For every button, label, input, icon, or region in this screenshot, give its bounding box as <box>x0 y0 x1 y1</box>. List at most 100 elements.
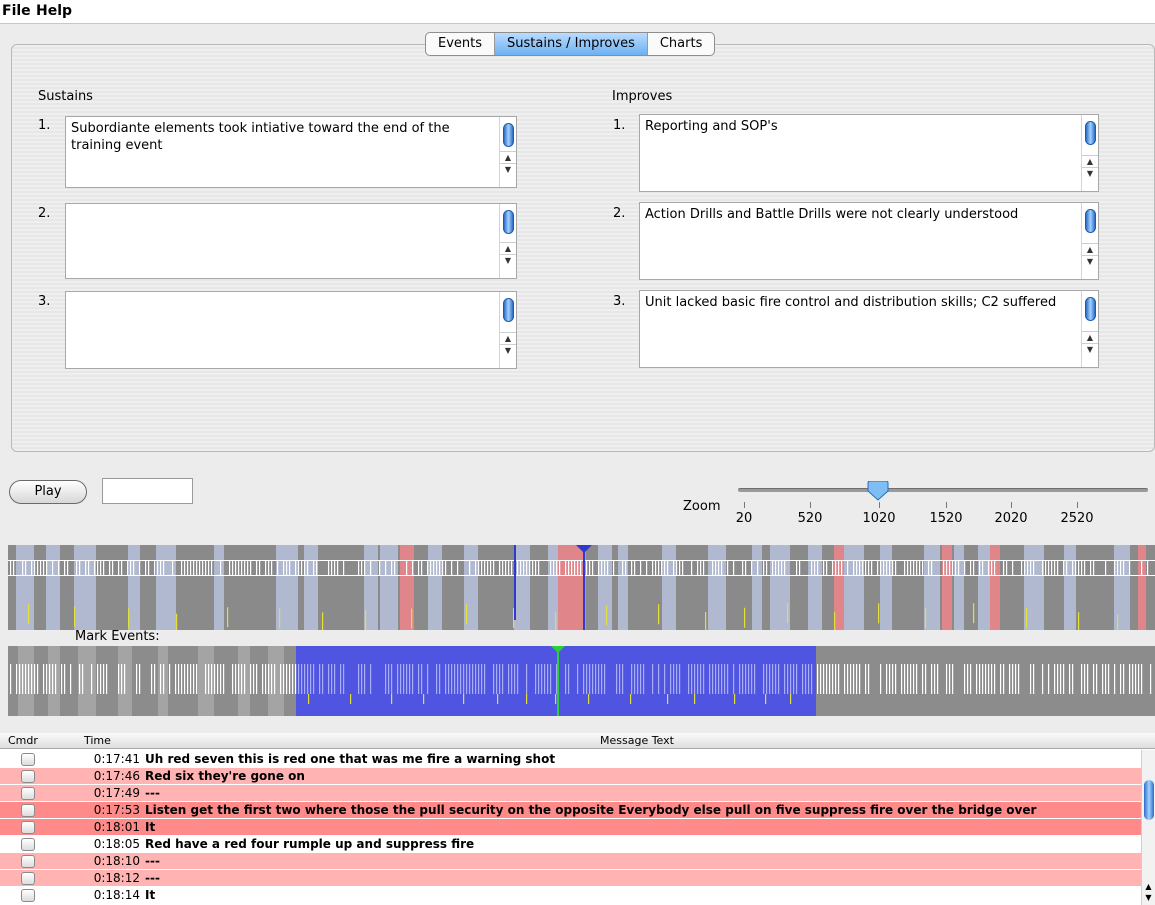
time-field[interactable] <box>102 478 193 504</box>
mark-event-line <box>466 664 468 694</box>
mark-event-line <box>139 664 141 694</box>
mark-event-line <box>253 664 255 694</box>
table-scrollbar[interactable]: ▲ ▼ <box>1141 750 1155 905</box>
table-scroll-thumb[interactable] <box>1144 780 1154 820</box>
sustain-3-scrollbar[interactable]: ▲ ▼ <box>499 292 516 368</box>
timeline-event-mark <box>76 560 78 576</box>
timeline-event-mark <box>268 560 270 576</box>
scroll-up-icon[interactable]: ▲ <box>1142 882 1155 891</box>
tab-events[interactable]: Events <box>426 33 496 55</box>
mark-event-line <box>1105 664 1107 694</box>
sustain-1-textarea[interactable]: Subordiante elements took intiative towa… <box>65 116 517 188</box>
timeline-event-mark <box>199 560 201 576</box>
table-row[interactable]: 0:18:12 --- <box>0 870 1141 887</box>
cmdr-checkbox[interactable] <box>21 804 35 817</box>
col-cmdr-header[interactable]: Cmdr <box>8 734 38 747</box>
table-row[interactable]: 0:18:14 It <box>0 887 1141 904</box>
improve-2-scrollbar[interactable]: ▲ ▼ <box>1081 203 1098 279</box>
cmdr-checkbox[interactable] <box>21 821 35 834</box>
mark-event-line <box>967 664 969 694</box>
scroll-down-icon[interactable]: ▼ <box>1082 343 1098 355</box>
tab-charts[interactable]: Charts <box>648 33 714 55</box>
timeline-event-mark <box>1030 560 1032 576</box>
timeline-event-mark <box>574 560 576 576</box>
scroll-down-icon[interactable]: ▼ <box>500 344 516 356</box>
table-row[interactable]: 0:18:10 --- <box>0 853 1141 870</box>
scroll-thumb[interactable] <box>1085 297 1096 321</box>
timeline-event-mark <box>835 560 837 576</box>
mark-event-line <box>256 664 258 694</box>
mark-event-line <box>823 664 825 694</box>
timeline-event-mark <box>145 560 147 576</box>
sustain-1-scrollbar[interactable]: ▲ ▼ <box>499 117 516 187</box>
scroll-thumb[interactable] <box>1085 121 1096 145</box>
table-row[interactable]: 0:17:46 Red six they're gone on <box>0 768 1141 785</box>
cmdr-checkbox[interactable] <box>21 787 35 800</box>
zoom-slider-thumb[interactable] <box>866 481 890 501</box>
table-row[interactable]: 0:17:53 Listen get the first two where th… <box>0 802 1141 819</box>
mark-event-line <box>1123 664 1125 694</box>
cmdr-checkbox[interactable] <box>21 770 35 783</box>
table-row[interactable]: 0:18:05 Red have a red four rumple up and… <box>0 836 1141 853</box>
timeline-event-mark <box>172 560 174 576</box>
cmdr-checkbox[interactable] <box>21 872 35 885</box>
cmdr-checkbox[interactable] <box>21 753 35 766</box>
event-timeline[interactable] <box>8 545 1155 630</box>
col-time-header[interactable]: Time <box>84 734 111 747</box>
zoom-slider-track[interactable] <box>738 488 1148 492</box>
cmdr-checkbox[interactable] <box>21 838 35 851</box>
mark-event-line <box>544 664 546 694</box>
timeline-event-mark <box>529 560 531 576</box>
timeline-event-mark <box>451 560 453 576</box>
improve-3-scrollbar[interactable]: ▲ ▼ <box>1081 291 1098 367</box>
scroll-thumb[interactable] <box>1085 209 1096 233</box>
scroll-thumb[interactable] <box>503 210 514 234</box>
tab-sustains-improves[interactable]: Sustains / Improves <box>495 33 648 55</box>
timeline-event-mark <box>700 560 702 576</box>
mark-event-line <box>820 664 822 694</box>
cmdr-checkbox[interactable] <box>21 889 35 902</box>
timeline-event-mark <box>679 560 681 576</box>
scroll-up-icon[interactable]: ▲ <box>1082 155 1098 167</box>
timeline-line <box>8 560 1155 561</box>
scroll-thumb[interactable] <box>503 298 514 322</box>
cmdr-checkbox[interactable] <box>21 855 35 868</box>
scroll-up-icon[interactable]: ▲ <box>500 242 516 254</box>
improve-3-textarea[interactable]: Unit lacked basic fire control and distr… <box>639 290 1099 368</box>
mark-event-line <box>769 664 771 694</box>
scroll-up-icon[interactable]: ▲ <box>1082 331 1098 343</box>
table-row[interactable]: 0:17:49 --- <box>0 785 1141 802</box>
scroll-thumb[interactable] <box>503 123 514 147</box>
scroll-down-icon[interactable]: ▼ <box>500 254 516 266</box>
timeline-event-mark <box>634 560 636 576</box>
improve-1-scrollbar[interactable]: ▲ ▼ <box>1081 115 1098 191</box>
table-row[interactable]: 0:18:01 It <box>0 819 1141 836</box>
menu-help[interactable]: Help <box>36 3 72 19</box>
play-button[interactable]: Play <box>9 480 87 504</box>
timeline-yellow-mark <box>227 607 229 628</box>
timeline-event-mark <box>493 560 495 576</box>
scroll-down-icon[interactable]: ▼ <box>500 163 516 175</box>
mark-event-line <box>979 664 981 694</box>
mark-event-line <box>1009 664 1011 694</box>
timeline-yellow-mark <box>555 612 557 630</box>
scroll-up-icon[interactable]: ▲ <box>1082 243 1098 255</box>
sustain-2-scrollbar[interactable]: ▲ ▼ <box>499 204 516 278</box>
scroll-down-icon[interactable]: ▼ <box>1082 255 1098 267</box>
scroll-down-icon[interactable]: ▼ <box>1142 893 1155 902</box>
scroll-up-icon[interactable]: ▲ <box>500 151 516 163</box>
mark-events-timeline[interactable] <box>8 646 1155 716</box>
improve-1-textarea[interactable]: Reporting and SOP's ▲ ▼ <box>639 114 1099 192</box>
sustain-2-textarea[interactable]: ▲ ▼ <box>65 203 517 279</box>
col-message-header[interactable]: Message Text <box>600 734 674 747</box>
sustain-3-textarea[interactable]: ▲ ▼ <box>65 291 517 369</box>
timeline-event-mark <box>865 560 867 576</box>
timeline-event-mark <box>757 560 759 576</box>
scroll-up-icon[interactable]: ▲ <box>500 332 516 344</box>
table-row[interactable]: 0:17:41 Uh red seven this is red one that… <box>0 751 1141 768</box>
improve-2-textarea[interactable]: Action Drills and Battle Drills were not… <box>639 202 1099 280</box>
scroll-down-icon[interactable]: ▼ <box>1082 167 1098 179</box>
menu-file[interactable]: File <box>2 3 31 19</box>
mark-event-line <box>289 664 291 694</box>
mark-event-line <box>658 664 660 694</box>
